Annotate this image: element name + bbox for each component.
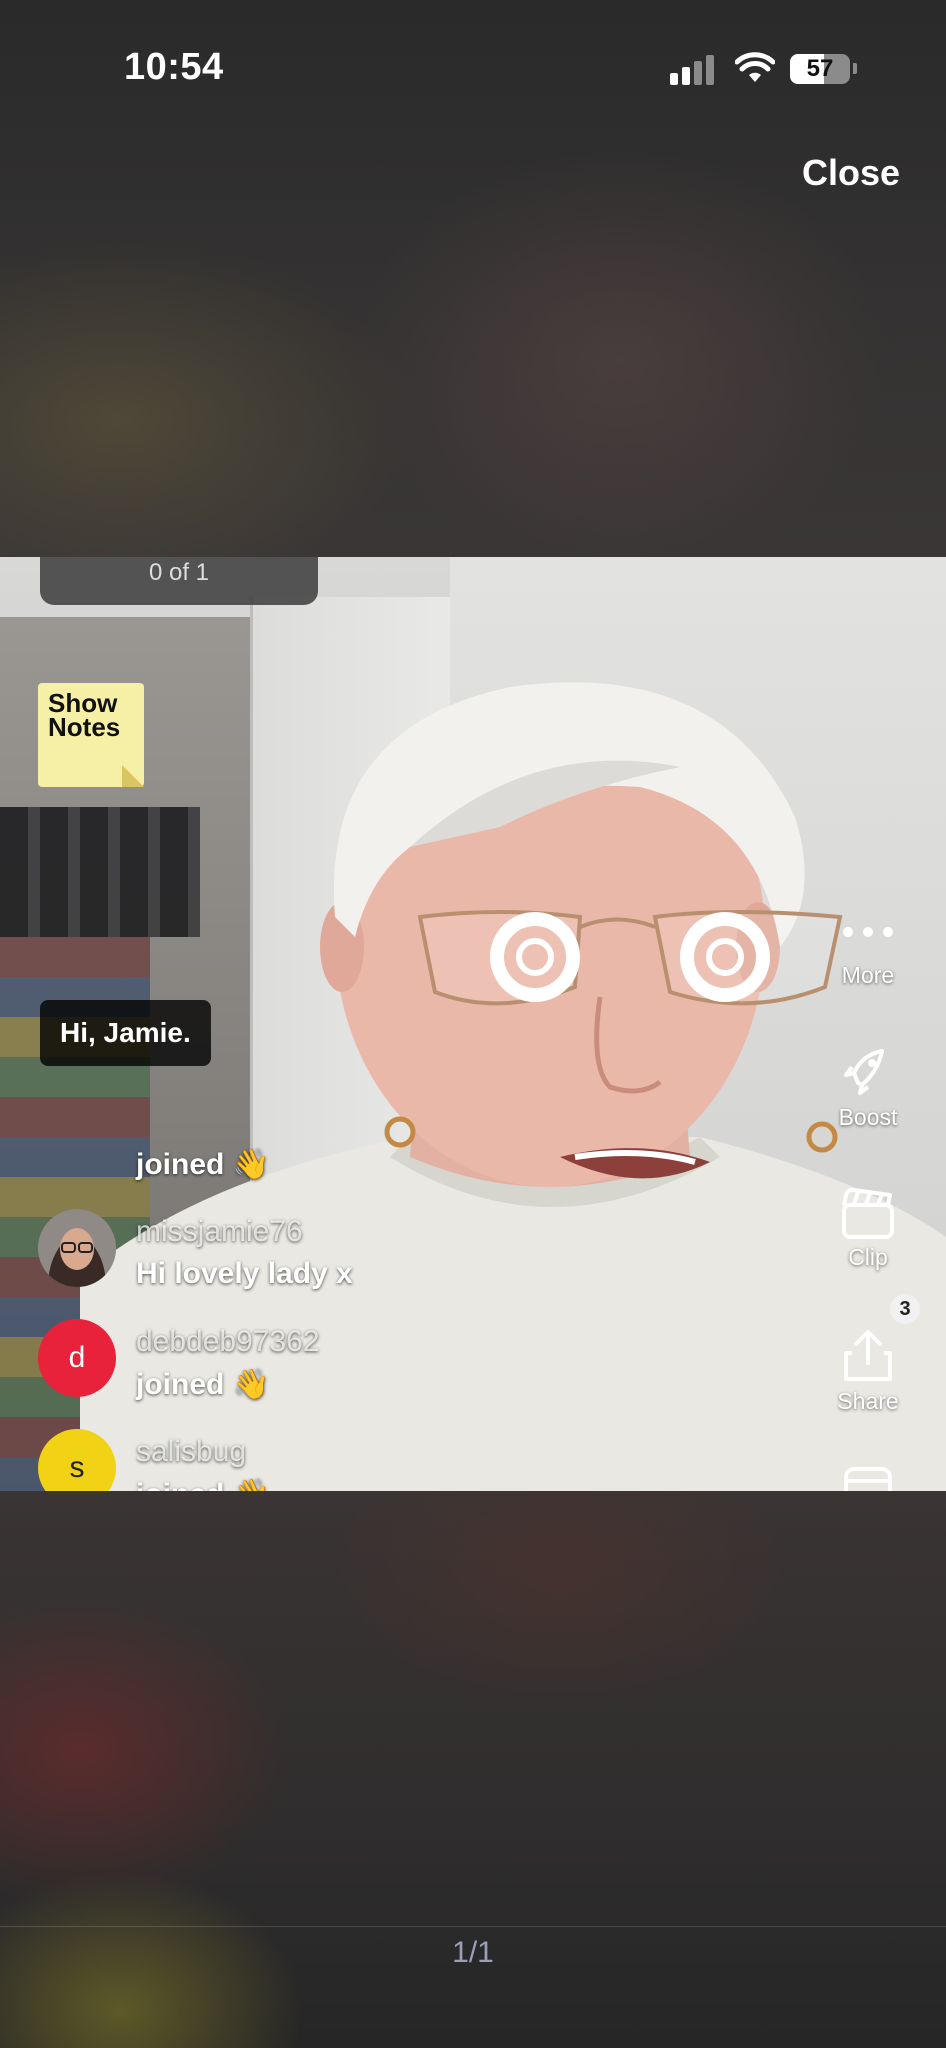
more-dots-icon — [843, 927, 893, 937]
cellular-signal-icon — [670, 55, 718, 85]
rocket-icon — [844, 1049, 884, 1095]
chat-message: joined 👋 — [136, 1368, 271, 1401]
show-notes-label: Show Notes — [48, 688, 121, 742]
boost-label: Boost — [838, 1104, 898, 1130]
avatar[interactable]: d — [38, 1319, 116, 1397]
clapperboard-icon — [842, 1187, 894, 1239]
chat-username[interactable]: salisbug — [136, 1435, 246, 1469]
more-actions-partial-button[interactable] — [820, 1465, 916, 1491]
sticky-note-fold — [122, 765, 144, 787]
user-photo-icon — [38, 1209, 116, 1287]
battery-tip — [853, 63, 857, 74]
more-label: More — [841, 962, 895, 988]
greeting-banner: Hi, Jamie. — [40, 1000, 211, 1066]
wifi-icon — [735, 52, 775, 82]
avatar[interactable] — [38, 1209, 116, 1287]
share-label: Share — [837, 1388, 899, 1414]
show-notes-button[interactable]: Show Notes — [38, 683, 144, 787]
battery-icon: 57 — [790, 54, 850, 84]
clip-label: Clip — [848, 1244, 888, 1270]
guest-counter: 0 of 1 — [40, 557, 318, 605]
close-button[interactable]: Close — [802, 152, 900, 194]
chat-message: Hi lovely lady x — [136, 1257, 353, 1290]
chat-username[interactable]: debdeb97362 — [136, 1325, 320, 1359]
share-icon — [844, 1330, 892, 1381]
card-icon — [844, 1467, 892, 1491]
page-indicator: 1/1 — [452, 1936, 494, 1969]
footer-divider — [0, 1926, 946, 1927]
battery-percentage: 57 — [806, 55, 834, 82]
chat-message: joined 👋 — [136, 1148, 271, 1181]
chat-username[interactable]: missjamie76 — [136, 1215, 303, 1249]
clip-button[interactable]: Clip — [820, 1187, 916, 1271]
share-count-badge: 3 — [890, 1294, 920, 1324]
status-time: 10:54 — [124, 46, 224, 88]
more-button[interactable]: More — [820, 925, 916, 989]
live-video: 0 of 1 Show Notes Hi, Jamie. joined 👋 mi… — [0, 557, 946, 1491]
share-button[interactable]: Share — [820, 1327, 916, 1415]
chat-message: joined 👋 — [136, 1477, 270, 1491]
boost-button[interactable]: Boost — [820, 1043, 916, 1131]
